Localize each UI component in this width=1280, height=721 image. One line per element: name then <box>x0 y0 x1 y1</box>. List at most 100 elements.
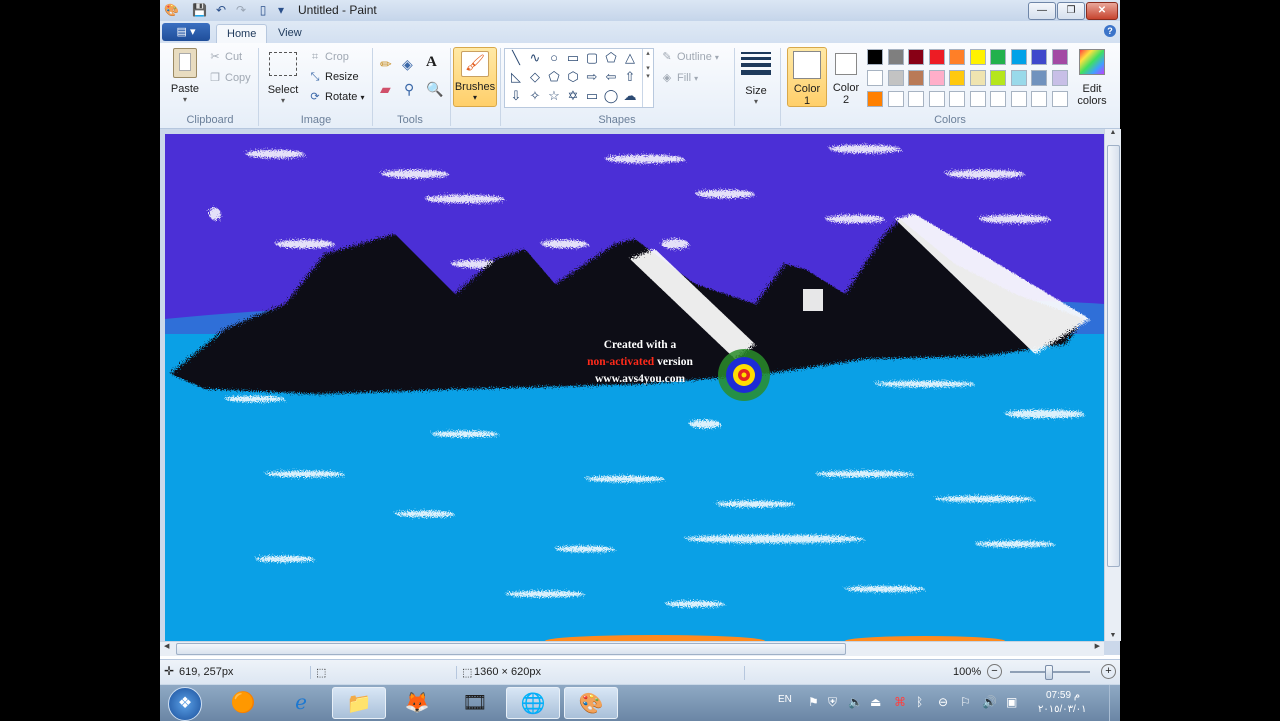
right-triangle-shape-icon[interactable]: ◺ <box>508 69 524 85</box>
shapes-scroll[interactable]: ▴ ▾ ▾ <box>642 49 653 107</box>
magnifier-icon[interactable]: 🔍 <box>426 81 443 98</box>
triangle-shape-icon[interactable]: △ <box>622 50 638 66</box>
color-swatch[interactable] <box>949 91 965 107</box>
color-swatch[interactable] <box>1031 91 1047 107</box>
text-tool-icon[interactable]: A <box>426 54 437 71</box>
fill-bucket-icon[interactable]: ◈ <box>402 56 413 73</box>
undo-icon[interactable]: ↶ <box>214 3 228 17</box>
color-swatch[interactable] <box>1031 49 1047 65</box>
new-file-icon[interactable]: ▯ <box>256 3 270 17</box>
crop-button[interactable]: ⌗ Crop <box>308 50 349 64</box>
rounded-rectangle-shape-icon[interactable]: ▢ <box>584 50 600 66</box>
drawing-canvas[interactable]: Created with a non-activated version www… <box>165 134 1104 641</box>
color-swatch[interactable] <box>1010 49 1027 65</box>
file-explorer-icon[interactable]: 📁 <box>332 687 386 719</box>
clock-time[interactable]: 07:59 م <box>1046 690 1080 701</box>
display-icon[interactable]: ▣ <box>1006 695 1017 709</box>
polygon-shape-icon[interactable]: ⬠ <box>603 50 619 66</box>
color-swatch[interactable] <box>1051 91 1068 107</box>
color-swatch[interactable] <box>887 49 904 65</box>
eraser-icon[interactable]: ▰ <box>380 81 391 98</box>
zoom-slider-thumb[interactable] <box>1045 665 1053 680</box>
left-arrow-shape-icon[interactable]: ⇦ <box>603 69 619 85</box>
firefox-icon[interactable]: 🦊 <box>390 687 444 719</box>
volume-icon[interactable]: 🔈 <box>848 695 863 709</box>
color-swatch[interactable] <box>969 70 986 86</box>
speaker-icon[interactable]: 🔊 <box>982 695 997 709</box>
resize-button[interactable]: ⤡ Resize <box>308 70 359 84</box>
color-swatch[interactable] <box>928 70 945 86</box>
color1-button[interactable]: Color 1 <box>787 47 827 107</box>
color-swatch[interactable] <box>867 91 883 107</box>
oval-shape-icon[interactable]: ○ <box>546 50 562 66</box>
up-arrow-shape-icon[interactable]: ⇧ <box>622 69 638 85</box>
select-dropdown-icon[interactable]: ▾ <box>266 96 300 105</box>
pentagon-shape-icon[interactable]: ⬠ <box>546 69 562 85</box>
network-icon[interactable]: ⊖ <box>938 695 948 709</box>
color-swatch[interactable] <box>1010 70 1027 86</box>
size-button[interactable]: Size ▾ <box>738 49 774 106</box>
fill-button[interactable]: ◈ Fill ▾ <box>660 71 698 85</box>
media-player-icon[interactable]: 🎞 <box>448 687 502 719</box>
color-swatch[interactable] <box>908 91 924 107</box>
color2-button[interactable]: Color 2 <box>828 47 864 106</box>
color-swatch[interactable] <box>887 91 904 107</box>
color-swatch[interactable] <box>928 91 945 107</box>
right-arrow-shape-icon[interactable]: ⇨ <box>584 69 600 85</box>
color-swatch[interactable] <box>887 70 904 86</box>
redo-icon[interactable]: ↷ <box>234 3 248 17</box>
media-app-icon[interactable]: 🟠 <box>216 687 270 719</box>
color-swatch[interactable] <box>908 70 924 86</box>
color-swatch[interactable] <box>908 49 924 65</box>
clock-date[interactable]: ٢٠١٥/٠٣/٠١ <box>1038 704 1087 715</box>
scroll-down-icon[interactable]: ▼ <box>1105 632 1121 639</box>
rectangle-shape-icon[interactable]: ▭ <box>565 50 581 66</box>
color-swatch[interactable] <box>949 70 965 86</box>
color-swatch[interactable] <box>1031 70 1047 86</box>
scroll-right-icon[interactable]: ▶ <box>1095 642 1100 650</box>
paint-menu-button[interactable]: ▤ ▾ <box>162 23 210 41</box>
zoom-in-button[interactable]: + <box>1101 664 1116 679</box>
save-icon[interactable]: 💾 <box>192 3 207 17</box>
horizontal-scrollbar[interactable]: ◀ ▶ <box>160 641 1104 656</box>
diamond-shape-icon[interactable]: ◇ <box>527 69 543 85</box>
close-button[interactable]: ✕ <box>1086 2 1118 20</box>
color-swatch[interactable] <box>949 49 965 65</box>
paint-app-icon[interactable]: 🎨 <box>164 3 179 17</box>
flag-icon[interactable]: ⚐ <box>960 695 971 709</box>
outline-button[interactable]: ✎ Outline ▾ <box>660 50 719 64</box>
vertical-scroll-thumb[interactable] <box>1107 145 1120 567</box>
chrome-icon[interactable]: 🌐 <box>506 687 560 719</box>
callout-rect-shape-icon[interactable]: ▭ <box>584 88 600 104</box>
select-button[interactable]: Select ▾ <box>266 48 300 105</box>
down-arrow-shape-icon[interactable]: ⇩ <box>508 88 524 104</box>
acrobat-icon[interactable]: ⌘ <box>894 695 906 709</box>
paint-taskbar-icon[interactable]: 🎨 <box>564 687 618 719</box>
start-button[interactable]: ❖ <box>168 687 202 721</box>
five-point-star-shape-icon[interactable]: ☆ <box>546 88 562 104</box>
color-swatch[interactable] <box>1051 70 1068 86</box>
shield-icon[interactable]: ⛨ <box>828 695 837 710</box>
show-desktop-button[interactable] <box>1109 685 1120 721</box>
scroll-up-icon[interactable]: ▲ <box>1105 129 1121 136</box>
bluetooth-icon[interactable]: ᛒ <box>916 695 923 709</box>
curve-shape-icon[interactable]: ∿ <box>527 50 543 66</box>
cloud-shape-icon[interactable]: ☁ <box>622 88 638 104</box>
cut-button[interactable]: ✂ Cut <box>208 50 242 64</box>
hexagon-shape-icon[interactable]: ⬡ <box>565 69 581 85</box>
horizontal-scroll-thumb[interactable] <box>176 643 846 655</box>
maximize-button[interactable]: ❐ <box>1057 2 1085 20</box>
copy-button[interactable]: ❐ Copy <box>208 71 251 85</box>
color-swatch[interactable] <box>990 91 1006 107</box>
usb-icon[interactable]: ⏏ <box>870 695 881 709</box>
zoom-out-button[interactable]: − <box>987 664 1002 679</box>
vertical-scrollbar[interactable]: ▲ ▼ <box>1104 129 1121 641</box>
tray-action-icon[interactable]: ⚑ <box>808 695 819 709</box>
color-swatch[interactable] <box>969 91 986 107</box>
color-swatch[interactable] <box>990 70 1006 86</box>
callout-oval-shape-icon[interactable]: ◯ <box>603 88 619 104</box>
size-dropdown-icon[interactable]: ▾ <box>738 97 774 106</box>
tab-view[interactable]: View <box>268 24 312 43</box>
color-swatch[interactable] <box>1051 49 1068 65</box>
tab-home[interactable]: Home <box>216 24 268 44</box>
